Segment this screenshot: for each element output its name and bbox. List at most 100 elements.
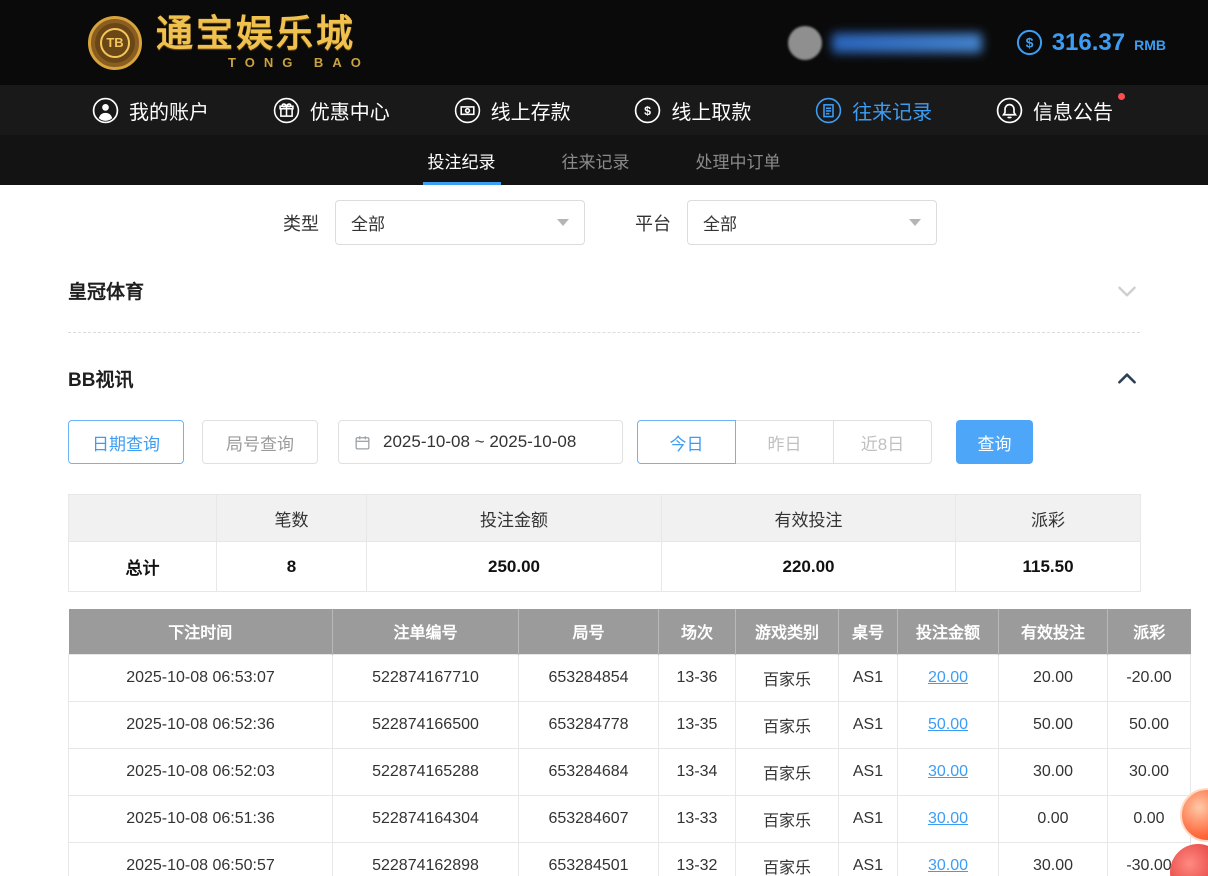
cell-round-no: 653284854 (519, 654, 659, 701)
user-account[interactable] (788, 26, 982, 60)
cell-session: 13-34 (659, 748, 736, 795)
cell-valid-bet: 50.00 (999, 701, 1108, 748)
cell-valid-bet: 30.00 (999, 842, 1108, 876)
nav-item-my-account[interactable]: 我的账户 (92, 96, 209, 125)
bet-amount-link[interactable]: 30.00 (928, 810, 968, 827)
cell-round-no: 653284501 (519, 842, 659, 876)
yesterday-button[interactable]: 昨日 (735, 420, 834, 464)
table-row: 2025-10-08 06:52:36 522874166500 6532847… (69, 701, 1191, 748)
username-masked (832, 33, 982, 53)
avatar (788, 26, 822, 60)
chevron-down-icon (557, 219, 569, 226)
cell-valid-bet: 30.00 (999, 748, 1108, 795)
cell-table-no: AS1 (839, 701, 898, 748)
col-header-bet-amount: 投注金额 (898, 609, 999, 654)
search-button[interactable]: 查询 (956, 420, 1033, 464)
tab-bet-records[interactable]: 投注纪录 (423, 135, 501, 185)
chevron-up-icon[interactable] (1114, 366, 1140, 392)
platform-select[interactable]: 全部 (687, 200, 937, 245)
cell-time: 2025-10-08 06:52:36 (69, 701, 333, 748)
records-icon (815, 97, 842, 124)
nav-label: 信息公告 (1033, 96, 1113, 125)
date-query-button[interactable]: 日期查询 (68, 420, 184, 464)
cell-order-no: 522874167710 (333, 654, 519, 701)
section-bb-video[interactable]: BB视讯 (68, 365, 1140, 392)
nav-item-records[interactable]: 往来记录 (815, 96, 932, 125)
type-select[interactable]: 全部 (335, 200, 585, 245)
bet-records-table: 下注时间 注单编号 局号 场次 游戏类别 桌号 投注金额 有效投注 派彩 202… (68, 609, 1191, 876)
cell-order-no: 522874165288 (333, 748, 519, 795)
cell-payout: 50.00 (1108, 701, 1191, 748)
bet-amount-link[interactable]: 30.00 (928, 857, 968, 874)
table-header-row: 下注时间 注单编号 局号 场次 游戏类别 桌号 投注金额 有效投注 派彩 (69, 609, 1191, 654)
round-query-button[interactable]: 局号查询 (202, 420, 318, 464)
cell-payout: 0.00 (1108, 795, 1191, 842)
cell-game-type: 百家乐 (736, 654, 839, 701)
cell-session: 13-33 (659, 795, 736, 842)
date-range-input[interactable]: 2025-10-08 ~ 2025-10-08 (338, 420, 623, 464)
nav-item-deposit[interactable]: 线上存款 (454, 96, 571, 125)
date-range-value: 2025-10-08 ~ 2025-10-08 (383, 432, 576, 452)
summary-header: 笔数 (217, 495, 367, 542)
platform-select-value: 全部 (703, 210, 737, 235)
col-header-session: 场次 (659, 609, 736, 654)
summary-total-row: 总计 8 250.00 220.00 115.50 (69, 542, 1141, 592)
table-row: 2025-10-08 06:50:57 522874162898 6532845… (69, 842, 1191, 876)
tab-pending-orders[interactable]: 处理中订单 (691, 135, 786, 185)
col-header-order-no: 注单编号 (333, 609, 519, 654)
query-bar: 日期查询 局号查询 2025-10-08 ~ 2025-10-08 今日 昨日 … (68, 420, 1140, 464)
tab-transaction-records[interactable]: 往来记录 (557, 135, 635, 185)
cell-round-no: 653284607 (519, 795, 659, 842)
summary-payout: 115.50 (956, 542, 1141, 592)
divider (68, 332, 1140, 333)
summary-header: 派彩 (956, 495, 1141, 542)
svg-text:$: $ (644, 104, 651, 118)
svg-text:$: $ (1025, 34, 1033, 50)
balance-amount: 316.37 (1052, 29, 1125, 57)
brand-subtitle: TONG BAO (156, 55, 370, 70)
summary-count: 8 (217, 542, 367, 592)
nav-item-announcements[interactable]: 信息公告 (996, 96, 1113, 125)
section-title: 皇冠体育 (68, 277, 144, 304)
balance-currency: RMB (1134, 37, 1166, 53)
col-header-game-type: 游戏类别 (736, 609, 839, 654)
nav-item-withdraw[interactable]: $ 线上取款 (634, 96, 751, 125)
cell-order-no: 522874166500 (333, 701, 519, 748)
dollar-circle-icon: $ (1016, 29, 1043, 56)
poker-chip-icon: TB (88, 16, 142, 70)
section-crown-sports[interactable]: 皇冠体育 (68, 277, 1140, 304)
cell-table-no: AS1 (839, 654, 898, 701)
sub-tab-bar: 投注纪录 往来记录 处理中订单 (0, 135, 1208, 185)
table-row: 2025-10-08 06:51:36 522874164304 6532846… (69, 795, 1191, 842)
col-header-time: 下注时间 (69, 609, 333, 654)
nav-label: 优惠中心 (310, 96, 390, 125)
cell-session: 13-32 (659, 842, 736, 876)
today-button[interactable]: 今日 (637, 420, 736, 464)
chevron-down-icon[interactable] (1114, 278, 1140, 304)
cell-session: 13-36 (659, 654, 736, 701)
nav-item-promotions[interactable]: 优惠中心 (273, 96, 390, 125)
balance-display[interactable]: $ 316.37 RMB (1016, 29, 1166, 57)
main-nav: 我的账户 优惠中心 线上存款 $ 线上取款 往来记录 信息公告 (0, 85, 1208, 135)
bet-amount-link[interactable]: 50.00 (928, 716, 968, 733)
bet-amount-link[interactable]: 20.00 (928, 669, 968, 686)
chevron-down-icon (909, 219, 921, 226)
summary-table: 笔数 投注金额 有效投注 派彩 总计 8 250.00 220.00 115.5… (68, 494, 1141, 592)
cell-payout: -20.00 (1108, 654, 1191, 701)
summary-header-empty (69, 495, 217, 542)
summary-row-label: 总计 (69, 542, 217, 592)
cell-valid-bet: 0.00 (999, 795, 1108, 842)
platform-filter-label: 平台 (635, 210, 671, 236)
col-header-round-no: 局号 (519, 609, 659, 654)
cell-game-type: 百家乐 (736, 701, 839, 748)
cell-table-no: AS1 (839, 748, 898, 795)
cell-time: 2025-10-08 06:51:36 (69, 795, 333, 842)
type-select-value: 全部 (351, 210, 385, 235)
last-8-days-button[interactable]: 近8日 (833, 420, 932, 464)
deposit-icon (454, 97, 481, 124)
brand-name: 通宝娱乐城 (156, 15, 370, 52)
nav-label: 线上存款 (491, 96, 571, 125)
section-title: BB视讯 (68, 365, 133, 392)
user-icon (92, 97, 119, 124)
bet-amount-link[interactable]: 30.00 (928, 763, 968, 780)
